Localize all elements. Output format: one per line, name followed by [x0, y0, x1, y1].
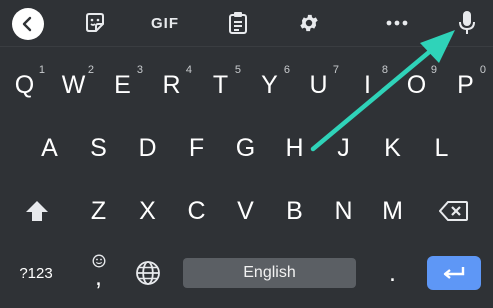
key-label: I — [364, 70, 371, 99]
key-n[interactable]: N — [319, 186, 368, 236]
key-row-1: Q1 W2 E3 R4 T5 Y6 U7 I8 O9 P0 — [0, 60, 493, 110]
backspace-icon — [438, 201, 468, 221]
key-hint: 8 — [381, 64, 388, 76]
language-key[interactable] — [123, 248, 172, 298]
key-row-2: A S D F G H J K L — [0, 123, 493, 173]
key-f[interactable]: F — [172, 123, 221, 173]
toolbar-divider — [0, 46, 493, 47]
period-key[interactable]: . — [368, 248, 417, 298]
sticker-icon — [86, 13, 104, 32]
key-hint: 0 — [479, 64, 486, 76]
key-l[interactable]: L — [417, 123, 466, 173]
key-label: P — [457, 70, 474, 99]
key-hint: 9 — [430, 64, 437, 76]
clipboard-button[interactable] — [225, 0, 251, 46]
key-s[interactable]: S — [74, 123, 123, 173]
key-i[interactable]: I8 — [343, 60, 392, 110]
shift-key[interactable] — [12, 186, 61, 236]
key-v[interactable]: V — [221, 186, 270, 236]
shift-arrow-icon — [25, 201, 48, 221]
settings-button[interactable] — [296, 0, 322, 46]
key-u[interactable]: U7 — [294, 60, 343, 110]
key-h[interactable]: H — [270, 123, 319, 173]
key-a[interactable]: A — [25, 123, 74, 173]
more-horizontal-icon — [386, 20, 408, 26]
key-m[interactable]: M — [368, 186, 417, 236]
key-g[interactable]: G — [221, 123, 270, 173]
key-label: U — [309, 70, 328, 99]
key-label: T — [212, 70, 229, 99]
key-hint: 3 — [136, 64, 143, 76]
key-hint: 1 — [38, 64, 45, 76]
key-o[interactable]: O9 — [392, 60, 441, 110]
enter-arrow-icon — [443, 267, 465, 279]
smiley-icon — [92, 254, 106, 268]
comma-key[interactable]: , — [74, 248, 123, 298]
gif-button[interactable]: GIF — [145, 0, 185, 46]
key-label: O — [406, 70, 427, 99]
key-hint: 2 — [87, 64, 94, 76]
globe-icon — [135, 261, 160, 285]
suggestion-toolbar: GIF — [0, 0, 493, 46]
key-row-3: Z X C V B N M — [0, 186, 493, 236]
enter-key[interactable] — [427, 256, 481, 290]
key-label: E — [114, 70, 131, 99]
key-p[interactable]: P0 — [441, 60, 490, 110]
more-button[interactable] — [384, 0, 410, 46]
key-label: R — [162, 70, 181, 99]
key-hint: 7 — [332, 64, 339, 76]
space-bar[interactable]: English — [183, 258, 356, 288]
key-t[interactable]: T5 — [196, 60, 245, 110]
backspace-key[interactable] — [429, 186, 478, 236]
key-label: W — [61, 70, 86, 99]
gear-icon — [300, 14, 318, 32]
back-button[interactable] — [12, 8, 44, 40]
sticker-button[interactable] — [80, 0, 110, 46]
key-b[interactable]: B — [270, 186, 319, 236]
microphone-icon — [459, 11, 475, 34]
key-r[interactable]: R4 — [147, 60, 196, 110]
key-hint: 6 — [283, 64, 290, 76]
chevron-left-icon — [22, 16, 32, 32]
key-d[interactable]: D — [123, 123, 172, 173]
key-c[interactable]: C — [172, 186, 221, 236]
key-e[interactable]: E3 — [98, 60, 147, 110]
key-label: Y — [261, 70, 278, 99]
key-label: Q — [14, 70, 35, 99]
key-k[interactable]: K — [368, 123, 417, 173]
symbols-key[interactable]: ?123 — [10, 248, 62, 298]
key-w[interactable]: W2 — [49, 60, 98, 110]
key-j[interactable]: J — [319, 123, 368, 173]
voice-input-button[interactable] — [455, 0, 479, 46]
key-z[interactable]: Z — [74, 186, 123, 236]
clipboard-icon — [229, 12, 247, 34]
key-y[interactable]: Y6 — [245, 60, 294, 110]
key-x[interactable]: X — [123, 186, 172, 236]
key-hint: 4 — [185, 64, 192, 76]
key-q[interactable]: Q1 — [0, 60, 49, 110]
key-hint: 5 — [234, 64, 241, 76]
